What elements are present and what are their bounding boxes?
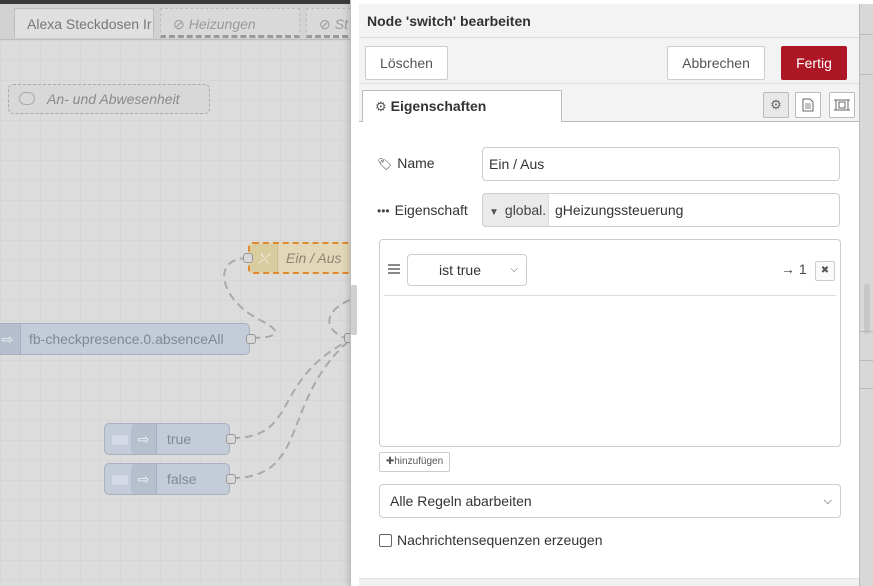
comment-node[interactable]: An- und Abwesenheit (8, 84, 210, 114)
inject-trigger-button[interactable] (111, 434, 129, 446)
property-typed-input[interactable]: ▼ global. gHeizungssteuerung (482, 193, 840, 227)
gear-icon: ⚙ (770, 97, 782, 112)
rule-output-index: → 1 (781, 261, 807, 277)
cancel-button[interactable]: Abbrechen (667, 46, 765, 80)
ellipsis-icon: ••• (377, 204, 390, 218)
property-type-select[interactable]: ▼ global. (483, 194, 549, 226)
output-port[interactable] (226, 474, 236, 484)
flow-workspace[interactable]: Alexa Steckdosen Ir ⊘ Heizungen ⊘ St An- u… (0, 0, 358, 586)
rule-divider (384, 295, 836, 296)
output-port[interactable] (226, 434, 236, 444)
document-icon (802, 98, 814, 112)
switch-node-selected[interactable]: ⤬ Ein / Aus (243, 242, 358, 274)
switch-node-label: Ein / Aus (286, 250, 342, 266)
tab-properties[interactable]: ⚙ Eigenschaften (362, 90, 562, 123)
chevron-down-icon: ⌵ (510, 264, 518, 275)
tray-resize-handle[interactable] (351, 285, 357, 335)
property-value-input[interactable]: gHeizungssteuerung (555, 194, 683, 226)
arrow-in-icon: ⇨ (131, 464, 157, 494)
comment-icon (19, 92, 35, 105)
description-tab-button[interactable] (795, 92, 821, 118)
rule-row: ist true ⌵ → 1 ✖ (380, 240, 840, 296)
edit-tray: Node 'switch' bearbeiten Löschen Abbrech… (350, 0, 873, 586)
inject-false-node[interactable]: ⇨ false (104, 463, 236, 495)
tray-tab-bar: ⚙ Eigenschaften ⚙ (359, 84, 873, 123)
sidebar-resize-handle[interactable] (864, 284, 870, 334)
appearance-tab-button[interactable] (829, 92, 855, 118)
switch-icon: ⤬ (250, 244, 278, 272)
frame-icon (834, 99, 850, 111)
caret-down-icon: ▼ (489, 207, 499, 218)
settings-tab-button[interactable]: ⚙ (763, 92, 789, 118)
tag-icon: 🏷 (377, 157, 393, 171)
arrow-in-icon: ⇨ (131, 424, 157, 454)
name-label: 🏷 Name (377, 155, 435, 171)
done-button[interactable]: Fertig (781, 46, 847, 80)
rules-list[interactable]: ist true ⌵ → 1 ✖ (379, 239, 841, 447)
name-input[interactable]: Ein / Aus (482, 147, 840, 181)
plus-icon: ✚ (385, 456, 395, 467)
tray-footer (359, 578, 873, 586)
tray-form: 🏷 Name Ein / Aus ••• Eigenschaft ▼ global. … (359, 122, 873, 586)
sidebar-edge (859, 4, 873, 586)
rule-operator-select[interactable]: ist true ⌵ (407, 254, 527, 286)
sequences-option[interactable]: Nachrichtensequenzen erzeugen (379, 532, 602, 548)
tray-toolbar: Löschen Abbrechen Fertig (359, 38, 873, 84)
input-port[interactable] (243, 253, 253, 263)
sequences-checkbox[interactable] (379, 534, 392, 547)
chevron-down-icon: ⌵ (823, 495, 832, 507)
add-rule-button[interactable]: ✚hinzufügen (379, 452, 450, 472)
tray-title: Node 'switch' bearbeiten (359, 4, 873, 38)
drag-handle-icon[interactable] (388, 264, 400, 274)
close-icon: ✖ (820, 265, 830, 276)
check-all-select[interactable]: Alle Regeln abarbeiten ⌵ (379, 484, 841, 518)
output-port[interactable] (246, 334, 256, 344)
arrow-in-icon: ⇨ (0, 324, 21, 354)
presence-node[interactable]: ⇨ fb-checkpresence.0.absenceAll (0, 323, 256, 355)
delete-button[interactable]: Löschen (365, 46, 448, 80)
inject-true-node[interactable]: ⇨ true (104, 423, 236, 455)
gear-icon: ⚙ (375, 99, 387, 114)
inject-trigger-button[interactable] (111, 474, 129, 486)
remove-rule-button[interactable]: ✖ (815, 261, 835, 281)
property-label: ••• Eigenschaft (377, 202, 468, 218)
